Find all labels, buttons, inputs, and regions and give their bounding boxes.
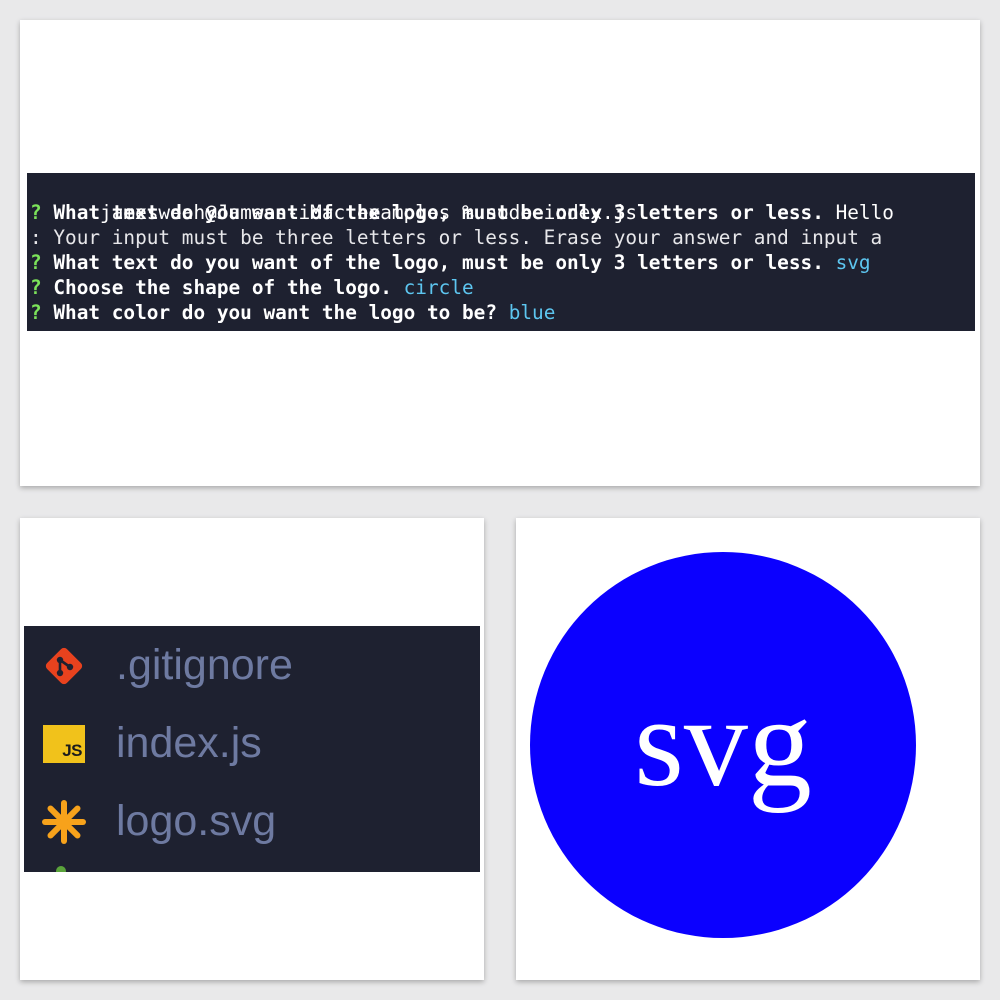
shape-answer: circle xyxy=(403,276,474,299)
logo-text: svg xyxy=(634,670,812,813)
shape-question: Choose the shape of the logo. xyxy=(53,276,392,299)
git-icon xyxy=(40,644,88,688)
question-mark: ? xyxy=(30,201,42,224)
terminal-command-line: jamesweah@Jamess-iMac examples % node in… xyxy=(30,175,637,224)
file-name: .gitignore xyxy=(116,641,293,689)
next-file-icon-peek xyxy=(56,866,66,872)
file-item-logo-svg[interactable]: logo.svg xyxy=(24,790,480,850)
file-item-gitignore[interactable]: .gitignore xyxy=(24,634,480,694)
terminal-question-line-2: ? What text do you want of the logo, mus… xyxy=(30,250,871,275)
text-answer: svg xyxy=(835,251,871,274)
js-badge-label: JS xyxy=(62,741,82,760)
file-item-index-js[interactable]: JS index.js xyxy=(24,712,480,772)
file-name: index.js xyxy=(116,719,262,767)
terminal-error-line: : Your input must be three letters or le… xyxy=(30,225,882,250)
terminal-window[interactable]: jamesweah@Jamess-iMac examples % node in… xyxy=(27,173,975,331)
js-icon: JS xyxy=(40,722,88,766)
rejected-answer: Hello xyxy=(835,201,894,224)
question-mark: ? xyxy=(30,251,42,274)
terminal-question-line-1: ? What text do you want of the logo, mus… xyxy=(30,200,894,225)
svg-asterisk-icon xyxy=(40,800,88,844)
question-mark: ? xyxy=(30,301,42,324)
terminal-shape-line: ? Choose the shape of the logo. circle xyxy=(30,275,474,300)
logo-circle: svg xyxy=(530,552,916,938)
terminal-screenshot-card: jamesweah@Jamess-iMac examples % node in… xyxy=(20,20,980,486)
question-text: What text do you want of the logo, must … xyxy=(53,201,824,224)
generated-logo-card: svg xyxy=(516,518,980,980)
validation-error-message: Your input must be three letters or less… xyxy=(41,226,883,249)
file-explorer-panel: .gitignore JS index.js logo.svg xyxy=(24,626,480,872)
color-answer: blue xyxy=(508,301,556,324)
file-name: logo.svg xyxy=(116,797,277,845)
file-explorer-card: .gitignore JS index.js logo.svg xyxy=(20,518,484,980)
color-question: What color do you want the logo to be? xyxy=(53,301,497,324)
error-prefix: : xyxy=(30,226,42,249)
terminal-color-line: ? What color do you want the logo to be?… xyxy=(30,300,555,325)
question-text: What text do you want of the logo, must … xyxy=(53,251,824,274)
question-mark: ? xyxy=(30,276,42,299)
